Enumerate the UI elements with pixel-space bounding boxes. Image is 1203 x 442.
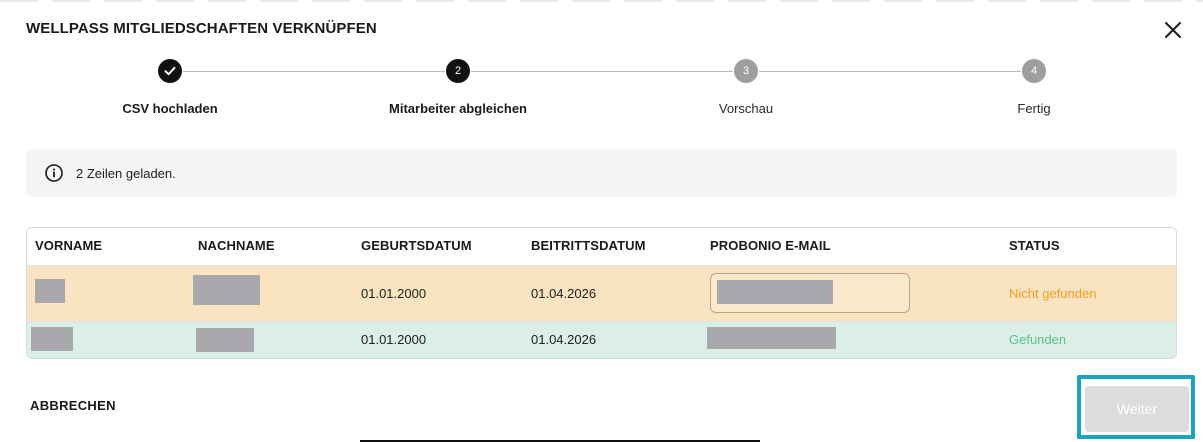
step-1-indicator: [158, 59, 182, 83]
birth-date-cell: 01.01.2000: [361, 286, 427, 301]
employee-table: VORNAME NACHNAME GEBURTSDATUM BEITRITTSD…: [26, 227, 1177, 359]
step-4-indicator: 4: [1022, 59, 1046, 83]
step-2-indicator: 2: [446, 59, 470, 83]
step-connector: [759, 71, 1021, 72]
status-found: Gefunden: [1009, 332, 1067, 347]
redacted-first-name: [31, 327, 73, 351]
info-icon: [44, 163, 64, 183]
step-connector: [471, 71, 733, 72]
table-row: 01.01.2000 01.04.2026 Gefunden: [27, 321, 1176, 358]
email-input[interactable]: [710, 273, 910, 313]
dialog-title: WELLPASS MITGLIEDSCHAFTEN VERKNÜPFEN: [26, 20, 377, 37]
column-header-vorname: VORNAME: [35, 238, 103, 253]
redacted-last-name: [196, 328, 254, 352]
info-text: 2 Zeilen geladen.: [76, 165, 176, 181]
step-4-label: Fertig: [1017, 101, 1051, 116]
background-edge: [0, 0, 1203, 2]
step-3-label: Vorschau: [718, 101, 774, 116]
redacted-email: [707, 327, 836, 349]
cancel-button[interactable]: ABBRECHEN: [30, 398, 116, 413]
redacted-first-name: [35, 279, 65, 303]
info-banner: 2 Zeilen geladen.: [26, 149, 1177, 197]
check-icon: [163, 64, 177, 78]
step-2-label: Mitarbeiter abgleichen: [389, 101, 527, 116]
table-header: VORNAME NACHNAME GEBURTSDATUM BEITRITTSD…: [27, 228, 1176, 264]
step-1-label: CSV hochladen: [122, 101, 218, 116]
step-3-indicator: 3: [734, 59, 758, 83]
join-date-cell: 01.04.2026: [531, 286, 597, 301]
redacted-last-name: [193, 275, 260, 305]
stepper: 2 3 4 CSV hochladen Mitarbeiter abgleich…: [0, 58, 1203, 128]
birth-date-cell: 01.01.2000: [361, 332, 427, 347]
column-header-geburtsdatum: GEBURTSDATUM: [361, 238, 472, 253]
status-not-found: Nicht gefunden: [1009, 286, 1097, 301]
table-row: 01.01.2000 01.04.2026 Nicht gefunden: [27, 265, 1176, 321]
column-header-email: PROBONIO E-MAIL: [710, 238, 831, 253]
link-memberships-dialog: WELLPASS MITGLIEDSCHAFTEN VERKNÜPFEN 2 3…: [0, 0, 1203, 442]
column-header-status: STATUS: [1009, 238, 1060, 253]
close-button[interactable]: [1162, 19, 1184, 41]
column-header-nachname: NACHNAME: [198, 238, 275, 253]
next-button[interactable]: Weiter: [1085, 386, 1189, 432]
column-header-beitrittsdatum: BEITRITTSDATUM: [531, 238, 646, 253]
step-connector: [183, 71, 445, 72]
join-date-cell: 01.04.2026: [531, 332, 597, 347]
close-icon: [1162, 19, 1184, 41]
redacted-email: [717, 280, 833, 304]
